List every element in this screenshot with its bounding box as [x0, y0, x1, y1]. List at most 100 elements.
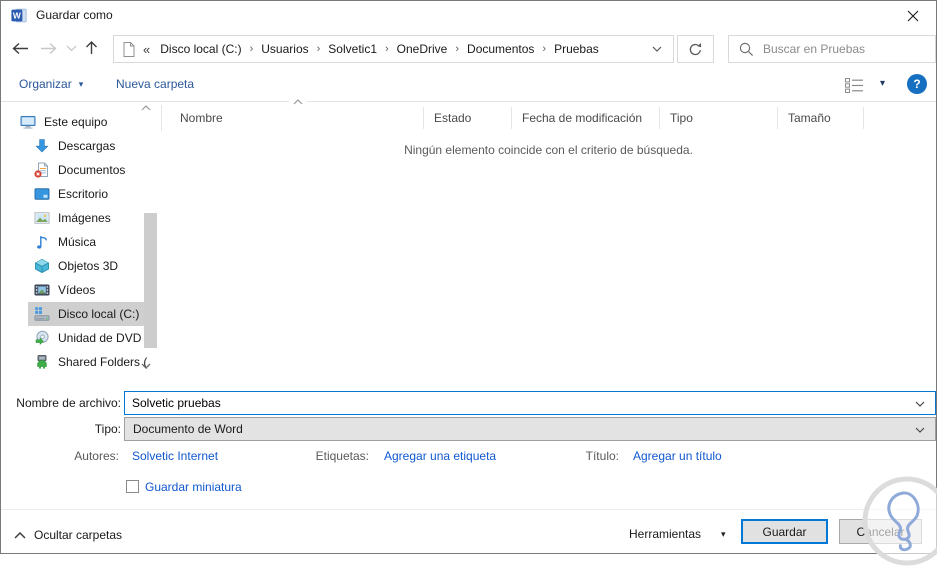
tags-add-link[interactable]: Agregar una etiqueta — [384, 449, 496, 463]
cancel-button[interactable]: Cancelar — [839, 519, 922, 544]
tree-scrollbar[interactable] — [144, 213, 157, 348]
shared-folders-icon — [34, 354, 50, 370]
column-header-estado[interactable]: Estado — [424, 107, 512, 129]
sidebar-item-descargas[interactable]: Descargas — [1, 134, 161, 158]
sidebar-item-label: Escritorio — [58, 187, 109, 201]
views-dropdown-icon[interactable]: ▾ — [880, 78, 885, 89]
tags-label: Etiquetas: — [315, 449, 369, 463]
document-page-icon — [123, 41, 135, 57]
word-app-icon: W — [11, 7, 27, 23]
filename-label: Nombre de archivo: — [16, 396, 121, 410]
footer-bar: Ocultar carpetas Herramientas ▾ Guardar … — [1, 509, 936, 553]
sidebar-item-shared-folders[interactable]: Shared Folders ( — [1, 350, 161, 374]
back-icon[interactable] — [11, 42, 30, 55]
breadcrumb-item-5[interactable]: Documentos — [460, 42, 541, 56]
breadcrumb-item-3[interactable]: Solvetic1 — [321, 42, 384, 56]
breadcrumb-item-1[interactable]: Disco local (C:) — [153, 42, 248, 56]
sidebar-item-objetos-3d[interactable]: Objetos 3D — [1, 254, 161, 278]
dvd-icon — [34, 330, 50, 346]
save-button[interactable]: Guardar — [741, 519, 828, 544]
organize-dropdown-icon: ▾ — [78, 78, 84, 89]
breadcrumb[interactable]: « Disco local (C:) › Usuarios › Solvetic1 › On… — [113, 35, 674, 63]
sidebar-item-label: Vídeos — [58, 283, 96, 297]
sidebar-item-musica[interactable]: Música — [1, 230, 161, 254]
save-thumbnail-checkbox[interactable] — [126, 480, 139, 493]
new-folder-button[interactable]: Nueva carpeta — [116, 77, 194, 91]
downloads-icon — [34, 138, 50, 154]
sidebar-item-imagenes[interactable]: Imágenes — [1, 206, 161, 230]
sidebar-item-escritorio[interactable]: Escritorio — [1, 182, 161, 206]
recent-locations-chevron-icon — [66, 45, 77, 52]
sidebar-item-label: Descargas — [58, 139, 116, 153]
sidebar-item-label: Este equipo — [44, 115, 108, 129]
objects-3d-icon — [34, 258, 50, 274]
sort-ascending-icon[interactable] — [289, 99, 307, 105]
sidebar-item-disco-local-c[interactable]: Disco local (C:) — [28, 302, 144, 326]
file-list-pane: Nombre Estado Fecha de modificación Tipo Tam… — [161, 99, 936, 381]
file-browser: Este equipo Descargas Documentos Escritorio… — [1, 99, 936, 381]
tools-dropdown[interactable]: Herramientas ▾ — [629, 527, 726, 541]
filename-input[interactable] — [125, 396, 935, 410]
filetype-select[interactable]: Documento de Word — [124, 417, 936, 441]
authors-value[interactable]: Solvetic Internet — [132, 449, 218, 463]
sidebar-item-este-equipo[interactable]: Este equipo — [1, 110, 161, 134]
details-view-icon[interactable] — [845, 78, 864, 93]
search-box — [728, 35, 936, 63]
authors-label: Autores: — [74, 449, 119, 463]
column-header-tama-o[interactable]: Tamaño — [778, 107, 864, 129]
breadcrumb-dropdown-icon[interactable] — [652, 46, 664, 52]
pictures-icon — [34, 210, 50, 226]
documents-icon — [34, 162, 50, 178]
column-headers: Nombre Estado Fecha de modificación Tipo Tam… — [161, 105, 936, 131]
filename-dropdown-icon[interactable] — [915, 401, 925, 407]
sidebar-item-label: Disco local (C:) — [58, 307, 140, 321]
computer-icon — [20, 114, 36, 130]
desktop-icon — [34, 186, 50, 202]
sidebar-item-label: Imágenes — [58, 211, 111, 225]
filetype-value: Documento de Word — [133, 422, 243, 436]
navigation-bar: « Disco local (C:) › Usuarios › Solvetic1 › On… — [1, 29, 936, 67]
column-header-tipo[interactable]: Tipo — [660, 107, 778, 129]
sidebar-item-unidad-dvd[interactable]: Unidad de DVD ( — [1, 326, 161, 350]
empty-message: Ningún elemento coincide con el criterio… — [404, 143, 693, 157]
svg-text:W: W — [13, 10, 21, 20]
sidebar-item-label: Música — [58, 235, 97, 249]
sidebar-item-documentos[interactable]: Documentos — [1, 158, 161, 182]
title-add-link[interactable]: Agregar un título — [633, 449, 722, 463]
column-header-nombre[interactable]: Nombre — [162, 107, 424, 129]
breadcrumb-item-6[interactable]: Pruebas — [547, 42, 606, 56]
help-label: ? — [913, 77, 921, 91]
search-icon — [739, 42, 754, 57]
sidebar-item-label: Shared Folders ( — [58, 355, 148, 369]
save-form: Nombre de archivo: Tipo: Documento de Wo… — [1, 381, 936, 511]
sidebar-item-label: Objetos 3D — [58, 259, 119, 273]
column-header-fecha-de-modificaci-n[interactable]: Fecha de modificación — [512, 107, 660, 129]
command-bar: Organizar ▾ Nueva carpeta ▾ ? — [1, 67, 936, 102]
sidebar-item-videos[interactable]: Vídeos — [1, 278, 161, 302]
tools-dropdown-icon: ▾ — [721, 528, 726, 539]
window-title: Guardar como — [36, 8, 113, 22]
forward-icon — [39, 42, 58, 55]
close-icon[interactable] — [900, 6, 926, 26]
breadcrumb-item-2[interactable]: Usuarios — [254, 42, 315, 56]
up-icon[interactable] — [85, 40, 98, 55]
breadcrumb-overflow[interactable]: « — [135, 42, 153, 57]
breadcrumb-item-4[interactable]: OneDrive — [390, 42, 455, 56]
column-header-filler — [864, 107, 937, 129]
save-thumbnail-label[interactable]: Guardar miniatura — [145, 480, 242, 494]
folder-tree: Este equipo Descargas Documentos Escritorio… — [1, 110, 161, 374]
hide-folders-button[interactable]: Ocultar carpetas — [14, 528, 122, 542]
sidebar-item-label: Documentos — [58, 163, 126, 177]
organize-button[interactable]: Organizar ▾ — [19, 77, 83, 91]
filetype-dropdown-icon[interactable] — [915, 427, 925, 433]
tree-scroll-down-icon[interactable] — [141, 363, 151, 369]
search-input[interactable] — [763, 42, 925, 56]
refresh-icon[interactable] — [677, 35, 714, 63]
title-bar: W Guardar como — [1, 1, 936, 29]
music-icon — [34, 234, 50, 250]
hide-folders-label: Ocultar carpetas — [34, 528, 123, 542]
hide-folders-chevron-icon — [14, 531, 26, 539]
help-button[interactable]: ? — [907, 74, 927, 94]
title-label: Título: — [585, 449, 619, 463]
filename-combobox[interactable] — [124, 391, 936, 415]
